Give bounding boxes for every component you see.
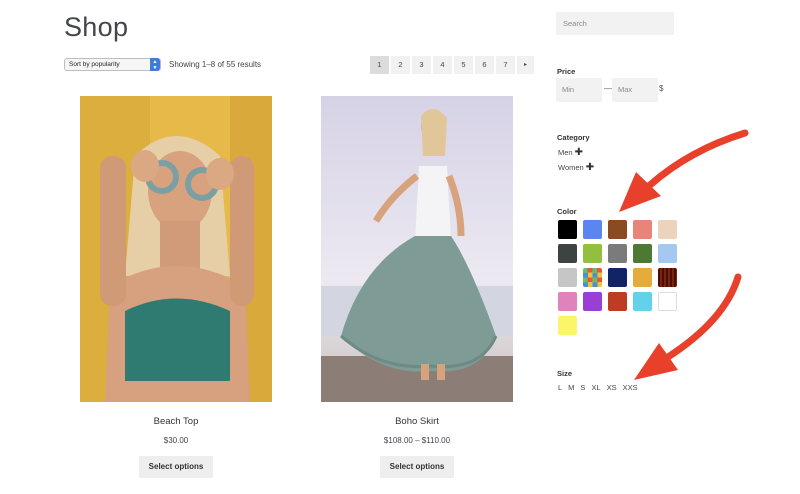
- arrow-icon: [619, 129, 749, 212]
- arrow-icon: [634, 273, 742, 380]
- annotation-arrows: [619, 129, 749, 380]
